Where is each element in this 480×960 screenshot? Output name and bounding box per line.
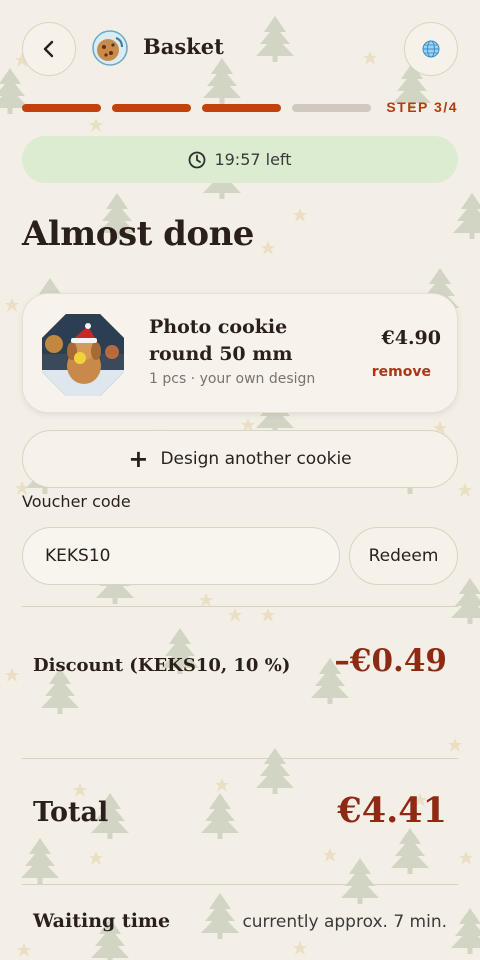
language-button[interactable]	[404, 22, 458, 76]
divider	[22, 606, 458, 607]
item-name: Photo cookie round 50 mm	[149, 316, 293, 365]
plus-icon: +	[128, 445, 149, 473]
design-another-cookie-button[interactable]: + Design another cookie	[22, 430, 458, 488]
discount-label: Discount (KEKS10, 10 %)	[33, 655, 291, 676]
discount-value: –€0.49	[334, 643, 447, 679]
voucher-code-input[interactable]	[22, 527, 340, 585]
progress-step-4	[292, 104, 371, 112]
item-meta: 1 pcs · your own design	[149, 371, 316, 387]
cookie-logo-icon	[92, 30, 128, 66]
item-price: €4.90	[381, 327, 442, 349]
globe-icon	[422, 40, 440, 58]
timer-text: 19:57 left	[214, 150, 292, 169]
progress-step-3	[202, 104, 281, 112]
voucher-code-label: Voucher code	[22, 492, 131, 511]
divider	[22, 758, 458, 759]
divider	[22, 884, 458, 885]
countdown-timer: 19:57 left	[22, 136, 458, 183]
page-title: Almost done	[22, 214, 254, 254]
design-another-label: Design another cookie	[160, 449, 352, 469]
progress-step-2	[112, 104, 191, 112]
cookie-photo-thumbnail	[42, 314, 124, 396]
waiting-time-value: currently approx. 7 min.	[242, 912, 447, 932]
redeem-button[interactable]: Redeem	[349, 527, 458, 585]
waiting-time-label: Waiting time	[33, 910, 171, 932]
clock-icon	[189, 151, 206, 168]
basket-item-card: Photo cookie round 50 mm 1 pcs · your ow…	[22, 293, 458, 413]
progress-step-1	[22, 104, 101, 112]
total-value: €4.41	[337, 790, 447, 831]
step-indicator: STEP 3/4	[386, 99, 458, 115]
page-header-title: Basket	[143, 34, 224, 59]
remove-item-link[interactable]: remove	[372, 364, 431, 380]
total-label: Total	[33, 797, 109, 828]
back-button[interactable]	[22, 22, 76, 76]
chevron-left-icon	[43, 40, 54, 58]
